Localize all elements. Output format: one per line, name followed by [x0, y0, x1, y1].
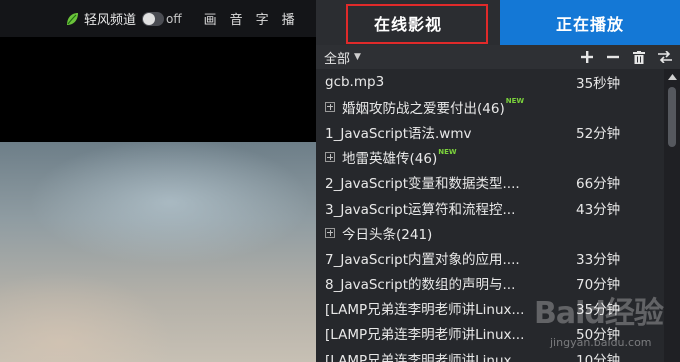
- tab-online-video[interactable]: 在线影视: [316, 0, 500, 45]
- list-item[interactable]: 8_JavaScript的数组的声明与... 70分钟: [316, 271, 664, 296]
- expand-icon[interactable]: [325, 227, 335, 238]
- audio-button[interactable]: 音: [230, 9, 243, 28]
- expand-icon[interactable]: [325, 152, 335, 163]
- item-duration: 35秒钟: [576, 75, 621, 92]
- list-group[interactable]: 今日头条(241): [316, 220, 664, 245]
- video-frame: [0, 142, 316, 362]
- panel-tabs: 在线影视 正在播放: [316, 0, 680, 45]
- trash-icon[interactable]: [630, 48, 648, 66]
- list-item[interactable]: 7_JavaScript内置对象的应用.... 33分钟: [316, 245, 664, 270]
- new-badge: NEW: [505, 97, 525, 106]
- scroll-up-icon[interactable]: [664, 69, 680, 85]
- group-name: 婚姻攻防战之爱要付出(46): [342, 100, 505, 117]
- item-name: 8_JavaScript的数组的声明与...: [325, 277, 516, 294]
- item-duration: 43分钟: [576, 201, 621, 218]
- list-actions: [570, 45, 674, 69]
- sort-icon[interactable]: [656, 48, 674, 66]
- item-duration: 52分钟: [576, 125, 621, 142]
- item-name: 7_JavaScript内置对象的应用....: [325, 251, 520, 268]
- item-name: 1_JavaScript语法.wmv: [325, 125, 472, 142]
- list-item[interactable]: [LAMP兄弟连李明老师讲Linux... 50分钟: [316, 321, 664, 346]
- item-duration: 66分钟: [576, 176, 621, 193]
- item-name: [LAMP兄弟连李明老师讲Linux...: [325, 352, 525, 362]
- caret-down-icon: ▼: [354, 52, 361, 62]
- picture-button[interactable]: 画: [204, 9, 217, 28]
- filter-label: 全部: [324, 51, 351, 67]
- new-badge: NEW: [438, 147, 457, 156]
- toggle-state-label: off: [166, 11, 182, 26]
- remove-icon[interactable]: [604, 48, 622, 66]
- expand-icon[interactable]: [325, 101, 335, 112]
- item-name: gcb.mp3: [325, 73, 385, 90]
- item-name: 2_JavaScript变量和数据类型....: [325, 176, 520, 193]
- list-group[interactable]: 婚姻攻防战之爱要付出(46) NEW: [316, 94, 664, 119]
- channel-toggle[interactable]: [142, 11, 165, 26]
- list-header: 全部 ▼: [316, 45, 680, 69]
- filter-dropdown[interactable]: 全部 ▼: [324, 48, 361, 67]
- item-duration: 35分钟: [576, 302, 621, 319]
- item-duration: 33分钟: [576, 251, 621, 268]
- toggle-knob: [143, 12, 156, 25]
- video-letterbox: [0, 37, 316, 142]
- group-name: 今日头条(241): [342, 226, 433, 243]
- playlist-panel: 在线影视 正在播放 全部 ▼ gcb.mp3 35秒钟 婚姻攻防战之爱要付出(4…: [316, 0, 680, 362]
- add-icon[interactable]: [578, 48, 596, 66]
- item-duration: 50分钟: [576, 327, 621, 344]
- group-name: 地雷英雄传(46): [342, 151, 438, 168]
- channel-label: 轻风频道: [84, 13, 137, 28]
- video-area[interactable]: 轻风频道 off 画 音 字 播: [0, 0, 316, 362]
- list-item[interactable]: 2_JavaScript变量和数据类型.... 66分钟: [316, 170, 664, 195]
- list-item[interactable]: [LAMP兄弟连李明老师讲Linux... 35分钟: [316, 296, 664, 321]
- item-name: 3_JavaScript运算符和流程控...: [325, 201, 516, 218]
- playlist: gcb.mp3 35秒钟 婚姻攻防战之爱要付出(46) NEW 1_JavaSc…: [316, 69, 664, 362]
- scroll-thumb[interactable]: [668, 87, 676, 147]
- playback-button[interactable]: 播: [282, 9, 295, 28]
- item-duration: 70分钟: [576, 277, 621, 294]
- tab-now-playing[interactable]: 正在播放: [500, 0, 680, 45]
- list-item[interactable]: 3_JavaScript运算符和流程控... 43分钟: [316, 195, 664, 220]
- item-duration: 10分钟: [576, 352, 621, 362]
- tab-now-playing-label: 正在播放: [555, 14, 624, 34]
- list-item[interactable]: 1_JavaScript语法.wmv 52分钟: [316, 119, 664, 144]
- item-name: [LAMP兄弟连李明老师讲Linux...: [325, 302, 525, 319]
- tab-online-video-label: 在线影视: [373, 14, 442, 34]
- list-group[interactable]: 地雷英雄传(46) NEW: [316, 145, 664, 170]
- subtitle-button[interactable]: 字: [256, 9, 269, 28]
- list-item[interactable]: gcb.mp3 35秒钟: [316, 69, 664, 94]
- leaf-icon: [64, 11, 80, 27]
- item-name: [LAMP兄弟连李明老师讲Linux...: [325, 327, 525, 344]
- player-toolbar: 轻风频道 off 画 音 字 播: [0, 0, 316, 37]
- playlist-scrollbar[interactable]: [664, 69, 680, 362]
- list-item[interactable]: [LAMP兄弟连李明老师讲Linux... 10分钟: [316, 346, 664, 362]
